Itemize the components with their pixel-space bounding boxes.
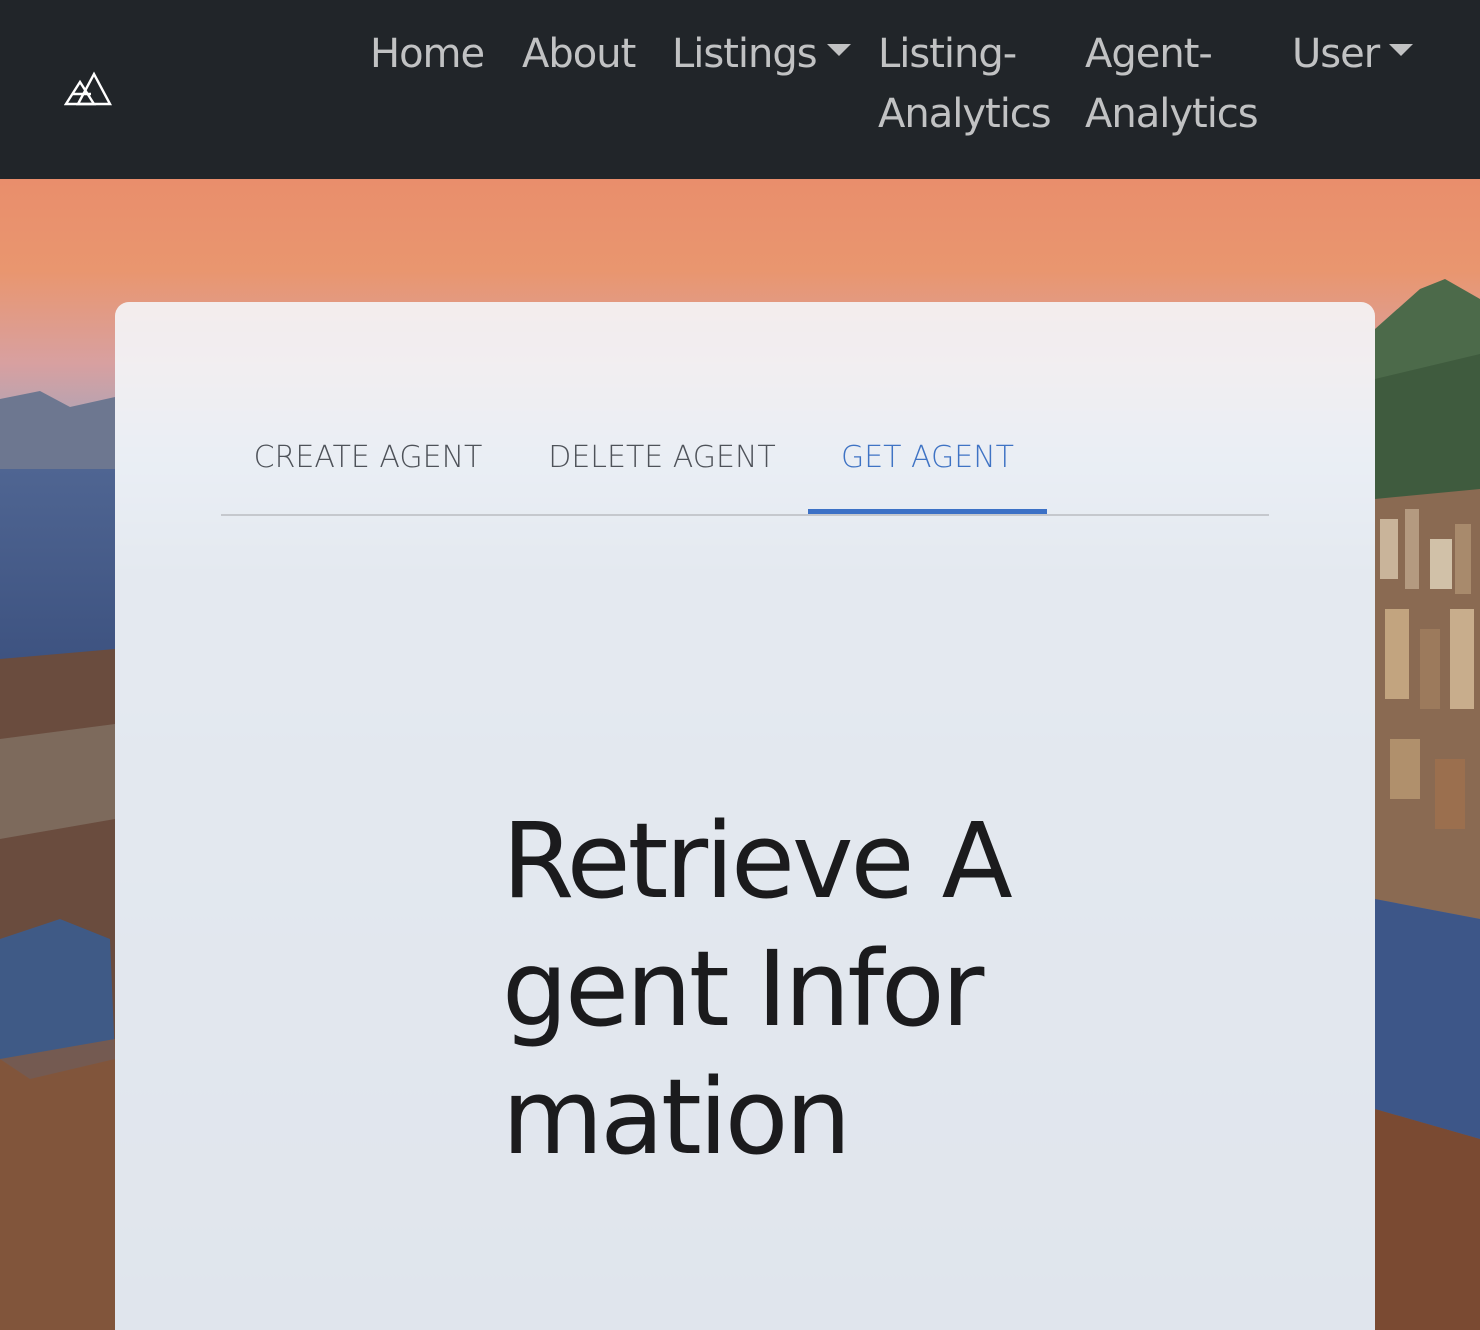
mountain-logo-icon[interactable] bbox=[64, 70, 112, 108]
active-tab-indicator bbox=[808, 509, 1047, 514]
nav-agent-analytics-line1: Agent- bbox=[1085, 31, 1213, 77]
tab-create-agent[interactable]: CREATE AGENT bbox=[221, 422, 515, 514]
nav-home[interactable]: Home bbox=[370, 24, 485, 84]
nav-about[interactable]: About bbox=[522, 24, 636, 84]
nav-listings-dropdown[interactable]: Listings bbox=[672, 24, 851, 84]
nav-listings-label: Listings bbox=[672, 31, 818, 77]
nav-listing-analytics-line1: Listing- bbox=[878, 31, 1017, 77]
page-heading: Retrieve Agent Information bbox=[502, 800, 1013, 1178]
caret-down-icon bbox=[1389, 44, 1414, 56]
nav-listing-analytics[interactable]: Listing- Analytics bbox=[878, 24, 1052, 144]
tab-delete-agent[interactable]: DELETE AGENT bbox=[515, 422, 809, 514]
nav-listing-analytics-line2: Analytics bbox=[878, 91, 1052, 137]
agent-tabs: CREATE AGENT DELETE AGENT GET AGENT bbox=[221, 422, 1269, 516]
nav-agent-analytics-line2: Analytics bbox=[1085, 91, 1259, 137]
nav-user-label: User bbox=[1292, 31, 1380, 77]
nav-agent-analytics[interactable]: Agent- Analytics bbox=[1085, 24, 1259, 144]
tab-get-agent[interactable]: GET AGENT bbox=[808, 422, 1047, 514]
caret-down-icon bbox=[826, 44, 851, 56]
nav-user-dropdown[interactable]: User bbox=[1292, 24, 1414, 84]
top-navbar: Home About Listings Listing- Analytics A… bbox=[0, 0, 1480, 179]
agent-card: CREATE AGENT DELETE AGENT GET AGENT Retr… bbox=[115, 302, 1375, 1330]
